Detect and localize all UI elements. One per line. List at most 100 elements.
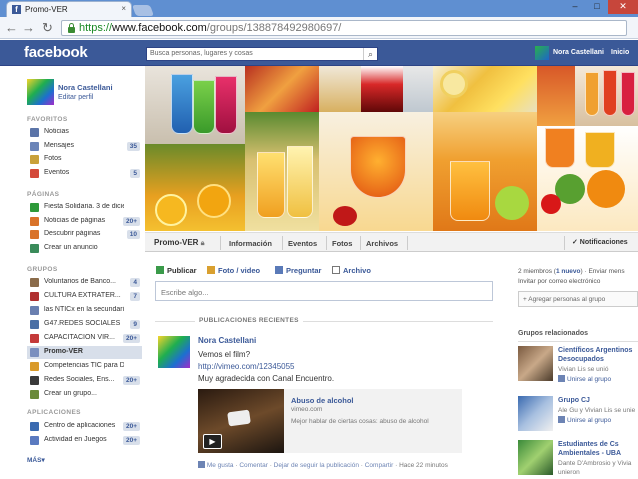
composer-placeholder: Escribe algo... bbox=[161, 288, 209, 297]
sidebar-item[interactable]: Descubrir páginas 10 bbox=[27, 228, 142, 241]
sidebar-item[interactable]: Actividad en Juegos 20+ bbox=[27, 434, 142, 447]
related-group-thumbnail[interactable] bbox=[518, 440, 553, 475]
top-user-name[interactable]: Nora Castellani bbox=[553, 49, 604, 56]
file-tab[interactable]: Archivo bbox=[332, 266, 371, 275]
sidebar-item-label: Descubrir páginas bbox=[44, 230, 101, 237]
post-link[interactable]: http://vimeo.com/12345055 bbox=[198, 362, 295, 371]
sidebar-item[interactable]: Centro de aplicaciones 20+ bbox=[27, 420, 142, 433]
recent-posts-label: PUBLICACIONES RECIENTES bbox=[195, 317, 303, 324]
search-input[interactable]: Busca personas, lugares y cosas ⌕ bbox=[146, 47, 378, 61]
post-author-name[interactable]: Nora Castellani bbox=[198, 336, 256, 345]
sidebar-item-label: Actividad en Juegos bbox=[44, 436, 107, 443]
recent-posts-header: PUBLICACIONES RECIENTES bbox=[155, 316, 493, 326]
page-feed-icon bbox=[30, 216, 39, 226]
sidebar-item[interactable]: Crear un grupo... bbox=[27, 388, 142, 401]
related-group-item[interactable]: Estudiantes de Cs Ambientales - UBA Dant… bbox=[518, 440, 638, 479]
group-icon bbox=[30, 306, 39, 315]
invite-by-email-link[interactable]: Invitar por correo electrónico bbox=[518, 278, 600, 285]
sidebar-item[interactable]: CAPACITACION VIR... 20+ bbox=[27, 332, 142, 345]
attachment-title[interactable]: Abuso de alcohol bbox=[291, 396, 354, 405]
sidebar-item[interactable]: Fotos bbox=[27, 153, 142, 166]
profile-name-link[interactable]: Nora Castellani bbox=[58, 83, 113, 92]
publish-tab[interactable]: Publicar bbox=[156, 266, 197, 275]
post-timestamp[interactable]: Hace 22 minutos bbox=[399, 462, 448, 469]
post-author-avatar[interactable] bbox=[158, 336, 190, 368]
profile-avatar[interactable] bbox=[27, 79, 54, 105]
sidebar-item[interactable]: Fiesta Solidaria. 3 de diciem... bbox=[27, 201, 142, 214]
tab-close-icon[interactable]: × bbox=[121, 4, 126, 13]
new-members-link[interactable]: 1 nuevo bbox=[556, 268, 581, 275]
play-icon[interactable]: ▶ bbox=[203, 434, 222, 449]
count-badge: 10 bbox=[126, 230, 140, 239]
related-group-name[interactable]: Grupo CJ bbox=[558, 396, 590, 405]
sidebar-item[interactable]: Redes Sociales, Ens... 20+ bbox=[27, 374, 142, 387]
related-group-members: Vivian Lis se unió bbox=[558, 366, 609, 373]
more-link[interactable]: MÁS▾ bbox=[27, 456, 45, 464]
home-link[interactable]: Inicio bbox=[611, 49, 629, 56]
photo-video-tab[interactable]: Foto / video bbox=[207, 266, 260, 275]
facebook-logo[interactable]: facebook bbox=[24, 44, 88, 61]
related-group-item[interactable]: Científicos Argentinos Desocupados Vivia… bbox=[518, 346, 638, 388]
sidebar-item[interactable]: Promo-VER bbox=[27, 346, 142, 359]
sidebar-item-label: Fiesta Solidaria. 3 de diciem... bbox=[44, 203, 124, 210]
share-link[interactable]: Compartir bbox=[365, 462, 394, 469]
sidebar-item[interactable]: las NTICx en la secundaria bbox=[27, 304, 142, 317]
count-badge: 20+ bbox=[122, 334, 140, 343]
add-people-input[interactable]: + Agregar personas al grupo bbox=[518, 291, 638, 307]
group-icon bbox=[30, 376, 39, 385]
related-group-name-2[interactable]: Ambientales - UBA bbox=[558, 449, 621, 458]
new-tab-button[interactable] bbox=[131, 5, 155, 16]
comment-link[interactable]: Comentar bbox=[239, 462, 268, 469]
sidebar-item-label: G47.REDES SOCIALES bbox=[44, 320, 121, 327]
minimize-button[interactable]: – bbox=[564, 0, 586, 14]
tab-archivos[interactable]: Archivos bbox=[366, 239, 398, 248]
group-name[interactable]: Promo-VER 🔒︎ bbox=[154, 238, 204, 248]
composer-input[interactable]: Escribe algo... bbox=[155, 281, 493, 301]
related-group-item[interactable]: Grupo CJ Ale Gu y Vivian Lis se unie Uni… bbox=[518, 396, 638, 438]
group-cover-photo[interactable] bbox=[145, 66, 638, 231]
count-badge: 20+ bbox=[122, 376, 140, 385]
back-arrow-icon[interactable]: ← bbox=[5, 20, 18, 36]
sidebar-item[interactable]: Noticias de páginas 20+ bbox=[27, 215, 142, 228]
related-group-name[interactable]: Científicos Argentinos bbox=[558, 346, 632, 355]
join-group-button[interactable]: Unirse al grupo bbox=[558, 375, 611, 383]
search-placeholder: Busca personas, lugares y cosas bbox=[150, 50, 253, 57]
tab-informacion[interactable]: Información bbox=[229, 239, 272, 248]
sidebar-item-label: Redes Sociales, Ens... bbox=[44, 376, 115, 383]
notifications-button[interactable]: ✓ Notificaciones bbox=[572, 238, 628, 246]
sidebar-item-label: Crear un grupo... bbox=[44, 390, 97, 397]
reload-icon[interactable]: ↻ bbox=[42, 20, 53, 36]
maximize-button[interactable]: □ bbox=[586, 0, 608, 14]
sidebar-item[interactable]: Mensajes 35 bbox=[27, 140, 142, 153]
sidebar-item[interactable]: Competencias TIC para Doc... bbox=[27, 360, 142, 373]
sidebar-item[interactable]: CULTURA EXTRATER... 7 bbox=[27, 290, 142, 303]
sidebar-item[interactable]: Voluntarios de Banco... 4 bbox=[27, 276, 142, 289]
user-avatar-small[interactable] bbox=[535, 46, 549, 60]
tab-eventos[interactable]: Eventos bbox=[288, 239, 317, 248]
like-link[interactable]: Me gusta bbox=[207, 462, 234, 469]
ask-question-tab[interactable]: Preguntar bbox=[275, 266, 321, 275]
search-icon[interactable]: ⌕ bbox=[363, 48, 377, 60]
close-window-button[interactable]: ✕ bbox=[608, 0, 638, 14]
browser-tab[interactable]: f Promo-VER × bbox=[6, 1, 132, 17]
join-group-button[interactable]: Unirse al grupo bbox=[558, 416, 611, 424]
sidebar-item[interactable]: G47.REDES SOCIALES 9 bbox=[27, 318, 142, 331]
sidebar-item[interactable]: Eventos 5 bbox=[27, 167, 142, 180]
join-icon bbox=[558, 375, 565, 382]
events-icon bbox=[30, 168, 39, 178]
forward-arrow-icon[interactable]: → bbox=[22, 20, 35, 36]
related-group-thumbnail[interactable] bbox=[518, 396, 553, 431]
related-group-thumbnail[interactable] bbox=[518, 346, 553, 381]
edit-profile-link[interactable]: Editar perfil bbox=[58, 94, 93, 101]
tab-fotos[interactable]: Fotos bbox=[332, 239, 352, 248]
unfollow-link[interactable]: Dejar de seguir la publicación bbox=[274, 462, 359, 469]
related-groups-header: Grupos relacionados bbox=[518, 330, 589, 337]
related-group-name-2[interactable]: Desocupados bbox=[558, 355, 604, 364]
sidebar-item[interactable]: Crear un anuncio bbox=[27, 242, 142, 255]
related-group-name[interactable]: Estudiantes de Cs bbox=[558, 440, 619, 449]
sidebar-item-label: CULTURA EXTRATER... bbox=[44, 292, 121, 299]
sidebar-item[interactable]: Noticias bbox=[27, 126, 142, 139]
group-tabs-bar: Información Eventos Fotos Archivos bbox=[145, 232, 638, 252]
address-bar[interactable]: https://www.facebook.com/groups/13887849… bbox=[61, 20, 627, 36]
sidebar-item-label: Eventos bbox=[44, 168, 70, 176]
